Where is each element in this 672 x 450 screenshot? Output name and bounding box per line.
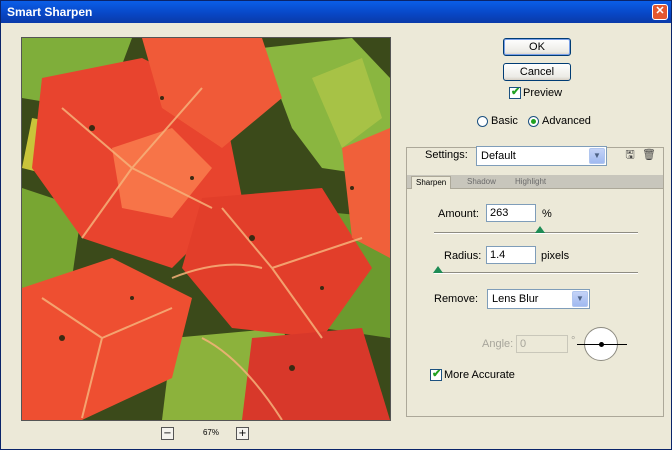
leaf-photo xyxy=(22,38,390,420)
radius-label: Radius: xyxy=(444,250,482,262)
angle-dial-center xyxy=(599,342,604,347)
advanced-label: Advanced xyxy=(542,115,591,127)
remove-value: Lens Blur xyxy=(492,293,539,305)
trash-icon[interactable]: 🗑 xyxy=(642,148,656,162)
chevron-down-icon: ▼ xyxy=(572,291,588,307)
remove-label: Remove: xyxy=(434,293,479,305)
radius-slider[interactable] xyxy=(434,272,638,274)
radius-unit: pixels xyxy=(541,250,570,262)
ok-button[interactable]: OK xyxy=(503,38,571,56)
smart-sharpen-dialog: Smart Sharpen ✕ − 67% + OK Cancel ✔ Prev… xyxy=(0,0,672,450)
angle-unit: ° xyxy=(571,335,576,347)
preview-label: Preview xyxy=(523,87,563,99)
tab-sharpen[interactable]: Sharpen xyxy=(411,176,452,189)
tab-strip: Sharpen Shadow Highlight xyxy=(407,175,663,189)
angle-dial[interactable] xyxy=(577,327,627,361)
more-accurate-label: More Accurate xyxy=(444,369,515,381)
settings-label: Settings: xyxy=(425,149,468,161)
zoom-controls: − 67% + xyxy=(161,427,261,441)
checkmark-icon: ✔ xyxy=(432,368,442,380)
basic-radio[interactable] xyxy=(477,116,488,127)
amount-slider-thumb[interactable] xyxy=(535,226,546,233)
cancel-button[interactable]: Cancel xyxy=(503,63,571,81)
window-title: Smart Sharpen xyxy=(7,5,93,19)
zoom-level: 67% xyxy=(202,428,219,437)
radius-slider-thumb[interactable] xyxy=(433,266,444,273)
settings-select[interactable]: Default ▼ xyxy=(476,146,607,166)
more-accurate-checkbox[interactable]: ✔ xyxy=(430,368,442,381)
zoom-out-button[interactable]: − xyxy=(161,427,174,440)
remove-select[interactable]: Lens Blur ▼ xyxy=(487,289,590,309)
amount-label: Amount: xyxy=(438,208,479,220)
amount-unit: % xyxy=(542,208,552,220)
tab-shadow[interactable]: Shadow xyxy=(463,176,500,189)
preview-image[interactable] xyxy=(21,37,391,421)
basic-label: Basic xyxy=(491,115,518,127)
settings-value: Default xyxy=(481,150,516,162)
close-button[interactable]: ✕ xyxy=(652,4,668,20)
chevron-down-icon: ▼ xyxy=(589,148,605,164)
amount-field[interactable]: 263 xyxy=(486,204,536,222)
radius-field[interactable]: 1.4 xyxy=(486,246,536,264)
angle-field[interactable]: 0 xyxy=(516,335,568,353)
advanced-radio[interactable] xyxy=(528,116,539,127)
checkmark-icon: ✔ xyxy=(511,86,521,98)
zoom-in-button[interactable]: + xyxy=(236,427,249,440)
preview-checkbox[interactable]: ✔ xyxy=(509,86,521,99)
tab-highlight[interactable]: Highlight xyxy=(511,176,550,189)
title-bar[interactable]: Smart Sharpen ✕ xyxy=(1,1,671,23)
angle-label: Angle: xyxy=(482,338,514,350)
save-settings-icon[interactable]: 🖫 xyxy=(623,148,637,162)
